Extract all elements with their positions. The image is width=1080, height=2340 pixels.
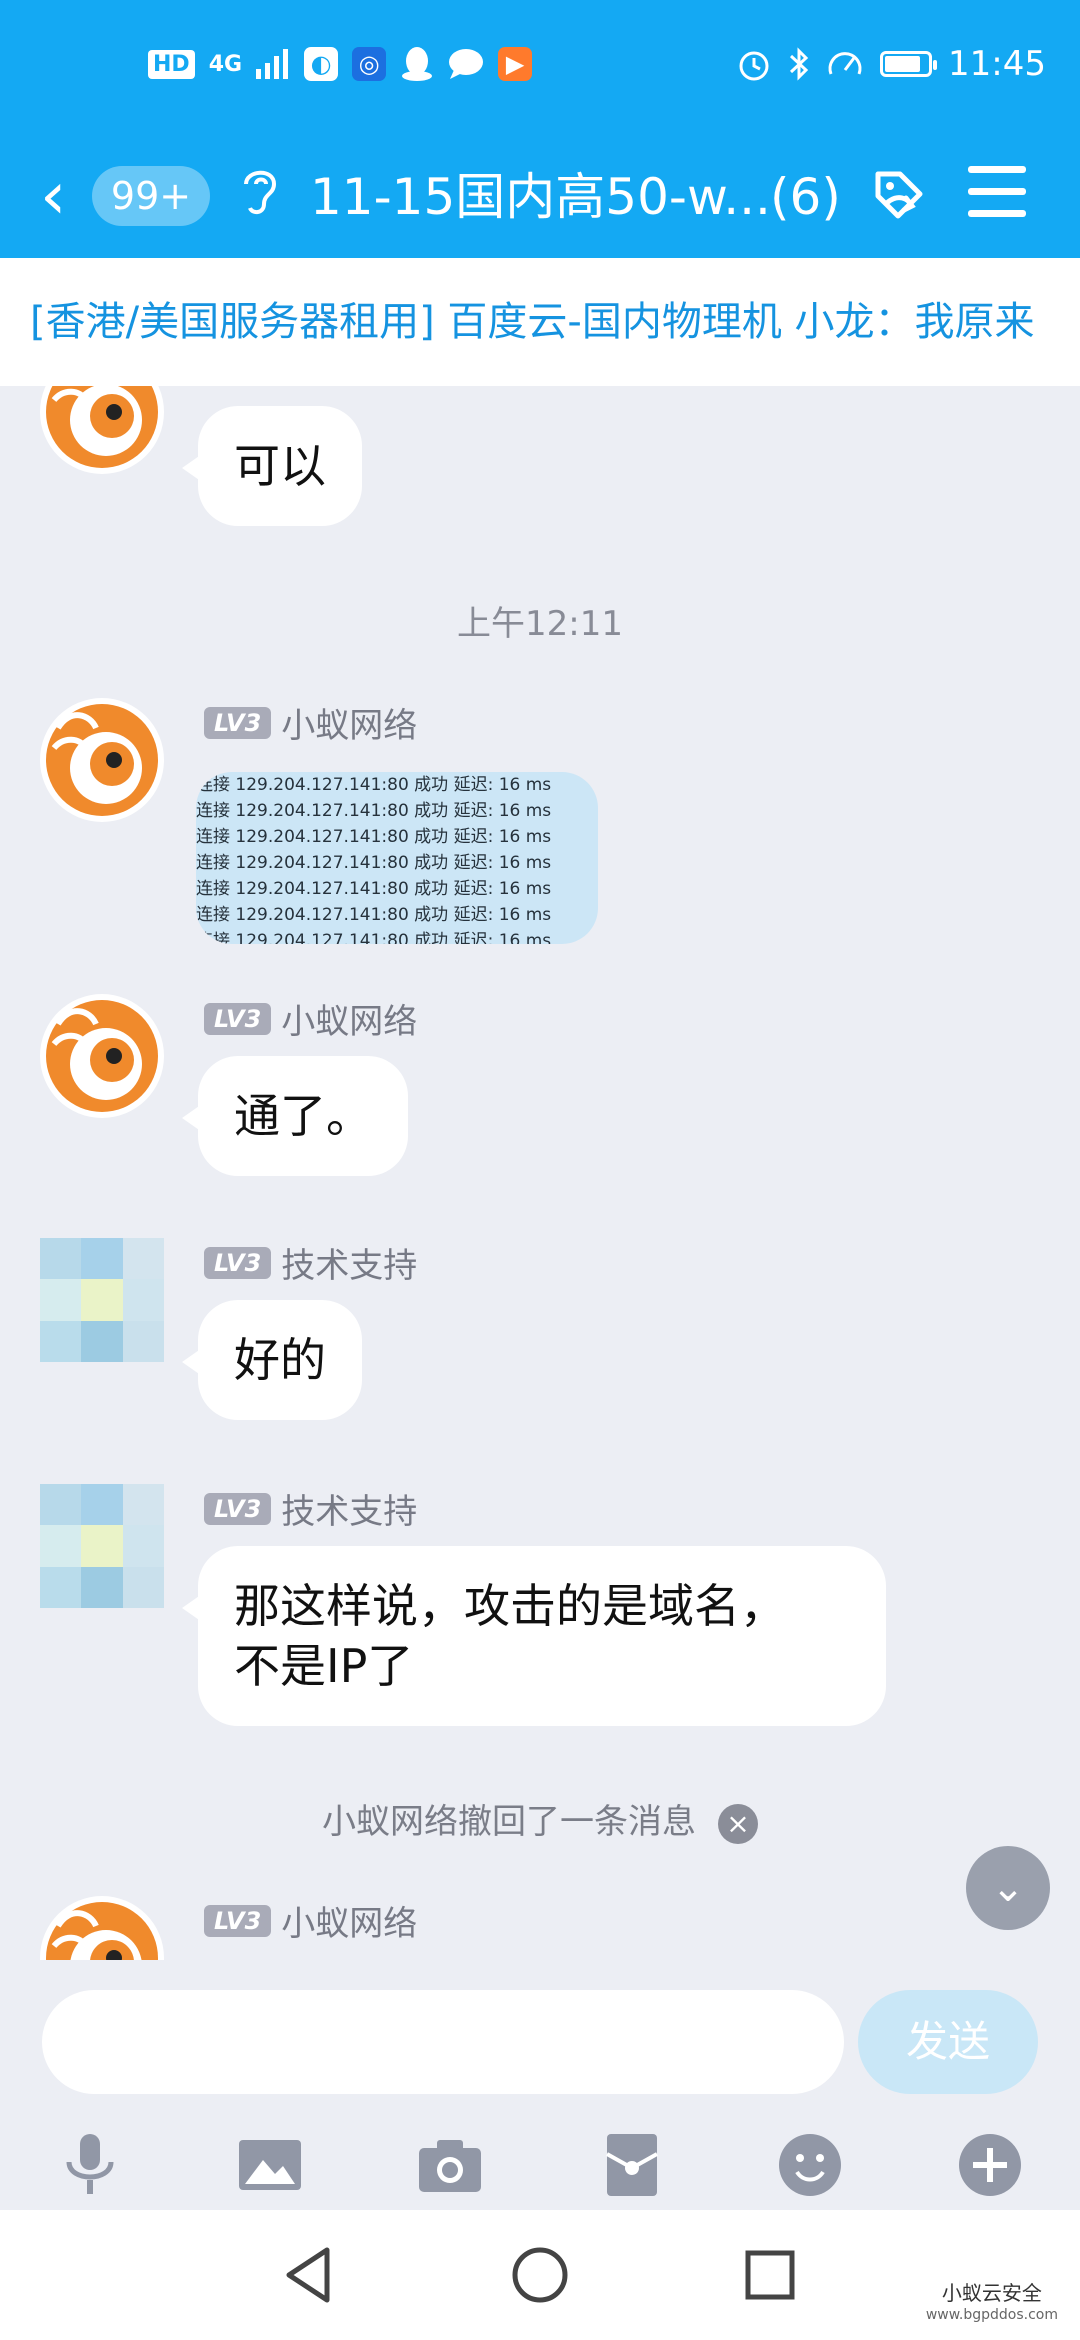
level-badge: LV3	[204, 1492, 272, 1525]
timestamp: 上午12:11	[457, 604, 623, 644]
sender-meta: LV3 技术支持	[204, 1238, 417, 1287]
hd-indicator: HD	[148, 49, 195, 79]
level-badge: LV3	[204, 1904, 272, 1937]
image-line: 连接 129.204.127.141:80 成功 延迟: 16 ms	[196, 931, 552, 944]
nav-recents-icon[interactable]	[735, 2240, 805, 2310]
sender-name[interactable]: 技术支持	[281, 1238, 417, 1287]
unread-badge[interactable]: 99+	[92, 166, 210, 226]
message-icon	[449, 49, 484, 79]
message-input[interactable]	[42, 1990, 844, 2094]
message-text: 可以	[234, 439, 326, 493]
qq-icon	[402, 47, 433, 81]
message-text: 通了。	[234, 1089, 372, 1143]
bluetooth-icon	[789, 47, 809, 81]
ear-icon[interactable]	[240, 162, 280, 236]
ant-logo-icon	[46, 704, 158, 816]
chat-title: 11-15国内高50-w...	[310, 168, 771, 226]
microphone-icon[interactable]	[55, 2130, 125, 2200]
input-toolbar	[0, 2130, 1080, 2210]
image-message[interactable]: 连接 129.204.127.141:80 成功 延迟: 16 ms 连接 12…	[196, 772, 598, 944]
status-right: 11:45	[736, 44, 1046, 84]
sender-name[interactable]: 技术支持	[281, 1484, 417, 1533]
chat-area[interactable]: 可以 上午12:11 LV3 小蚁网络 连接 129.204.127.141:8…	[0, 386, 1080, 1960]
recall-text: 小蚁网络撤回了一条消息	[322, 1802, 696, 1842]
message-text: 不是IP了	[234, 1639, 414, 1693]
battery-icon	[880, 51, 938, 77]
level-badge: LV3	[204, 706, 272, 739]
scroll-down-button[interactable]: ⌄	[966, 1846, 1050, 1930]
recall-notice: 小蚁网络撤回了一条消息 ×	[0, 1794, 1080, 1844]
group-share-icon[interactable]	[858, 160, 934, 236]
close-icon[interactable]: ×	[718, 1803, 758, 1844]
menu-icon[interactable]	[968, 166, 1026, 228]
status-bar: HD 4G ◐ ◎ ▶ 11:45	[0, 0, 1080, 140]
nav-back-icon[interactable]	[275, 2240, 345, 2310]
wifi-app-icon: ◎	[352, 47, 387, 81]
alarm-icon	[739, 51, 769, 81]
sender-name[interactable]: 小蚁网络	[281, 994, 417, 1043]
message-bubble[interactable]: 通了。	[182, 1056, 408, 1176]
watermark-name: 小蚁云安全	[941, 2281, 1042, 2305]
notice-text: [香港/美国服务器租用] 百度云-国内物理机 小龙：我原来	[30, 299, 1035, 345]
qq-browser-icon: ◐	[304, 47, 339, 81]
message-bubble[interactable]: 好的	[182, 1300, 362, 1420]
nav-home-icon[interactable]	[505, 2240, 575, 2310]
sender-meta: LV3 技术支持	[204, 1484, 417, 1533]
ant-logo-icon	[46, 1902, 158, 1960]
avatar[interactable]	[40, 698, 164, 822]
watermark: 小蚁云安全 www.bgpddos.com	[926, 2282, 1058, 2326]
input-bar: 发送	[0, 1960, 1080, 2210]
image-icon[interactable]	[235, 2130, 305, 2200]
speed-icon	[828, 52, 862, 75]
ant-logo-icon	[46, 386, 158, 468]
network-indicator: 4G	[208, 51, 243, 77]
avatar[interactable]	[40, 1484, 164, 1608]
plus-icon[interactable]	[955, 2130, 1025, 2200]
message-text: 好的	[234, 1333, 326, 1387]
ant-logo-icon	[46, 1000, 158, 1112]
sender-name[interactable]: 小蚁网络	[281, 698, 417, 747]
group-notice[interactable]: [香港/美国服务器租用] 百度云-国内物理机 小龙：我原来	[0, 258, 1080, 386]
avatar[interactable]	[40, 994, 164, 1118]
image-line: 连接 129.204.127.141:80 成功 延迟: 16 ms	[196, 827, 552, 847]
emoji-icon[interactable]	[775, 2130, 845, 2200]
video-app-icon: ▶	[498, 47, 533, 81]
avatar[interactable]	[40, 386, 164, 474]
send-button[interactable]: 发送	[858, 1990, 1038, 2094]
sender-meta: LV3 小蚁网络	[204, 698, 417, 747]
image-line: 连接 129.204.127.141:80 成功 延迟: 16 ms	[196, 801, 552, 821]
sender-name[interactable]: 小蚁网络	[281, 1896, 417, 1945]
message-text: 那这样说，攻击的是域名，	[234, 1579, 786, 1633]
watermark-domain: www.bgpddos.com	[925, 2307, 1058, 2323]
red-packet-icon[interactable]	[597, 2130, 667, 2200]
image-line: 连接 129.204.127.141:80 成功 延迟: 16 ms	[196, 879, 552, 899]
status-left: HD 4G ◐ ◎ ▶	[148, 46, 533, 82]
message-bubble[interactable]: 可以	[182, 406, 362, 526]
clock: 11:45	[948, 44, 1046, 84]
back-button[interactable]: ‹	[40, 158, 66, 234]
message-bubble[interactable]: 那这样说，攻击的是域名， 不是IP了	[182, 1546, 886, 1726]
navigation-bar: 小蚁云安全 www.bgpddos.com	[0, 2210, 1080, 2340]
sender-meta: LV3 小蚁网络	[204, 994, 417, 1043]
image-line: 连接 129.204.127.141:80 成功 延迟: 16 ms	[196, 775, 552, 795]
level-badge: LV3	[204, 1002, 272, 1035]
signal-icon	[256, 49, 289, 79]
camera-icon[interactable]	[415, 2130, 485, 2200]
image-line: 连接 129.204.127.141:80 成功 延迟: 16 ms	[196, 905, 552, 925]
image-line: 连接 129.204.127.141:80 成功 延迟: 16 ms	[196, 853, 552, 873]
avatar[interactable]	[40, 1896, 164, 1960]
level-badge: LV3	[204, 1246, 272, 1279]
avatar[interactable]	[40, 1238, 164, 1362]
member-count: (6)	[770, 168, 841, 226]
title-bar: ‹ 99+ 11-15国内高50-w... (6)	[0, 140, 1080, 258]
sender-meta: LV3 小蚁网络	[204, 1896, 417, 1945]
